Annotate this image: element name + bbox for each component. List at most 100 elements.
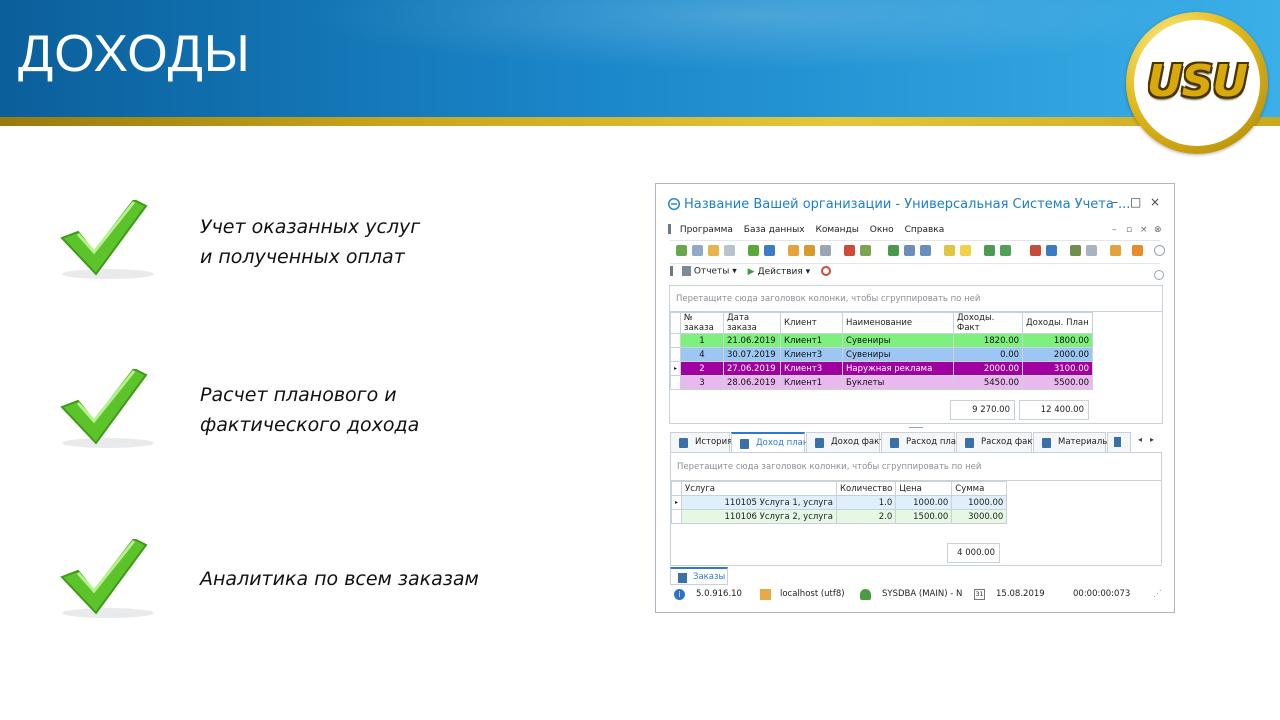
income-fact-cell[interactable]: 5450.00 [953,375,1024,390]
note-add-icon[interactable] [944,245,955,256]
minimize-button[interactable]: – [1112,195,1118,209]
toolbar-collapse-icon[interactable] [1154,245,1165,256]
tab-orders[interactable]: Заказы [670,567,728,585]
table-row[interactable]: ▸ 110105 Услуга 1, услуга 1.0 1000.00 1000.0… [670,495,1008,510]
order-date-cell[interactable]: 27.06.2019 [723,361,782,376]
quantity-cell[interactable]: 1.0 [836,495,897,510]
collapse-icon[interactable] [920,245,931,256]
client-cell[interactable]: Клиент1 [780,333,844,348]
column-header[interactable]: Дата заказа [723,312,782,334]
income-plan-cell[interactable]: 5500.00 [1022,375,1094,390]
income-fact-cell[interactable]: 0.00 [953,347,1024,362]
column-header[interactable]: Наименование [842,312,955,334]
order-number-cell[interactable]: 2 [680,361,725,376]
column-header[interactable]: Сумма [951,481,1008,496]
sum-cell[interactable]: 1000.00 [951,495,1008,510]
order-number-cell[interactable]: 4 [680,347,725,362]
table-row[interactable]: 110106 Услуга 2, услуга 2.0 1500.00 3000.00 [670,509,1008,524]
column-header[interactable]: Доходы. План [1022,312,1094,334]
row-indicator[interactable] [669,375,682,390]
price-cell[interactable]: 1500.00 [895,509,953,524]
row-indicator[interactable]: ▸ [669,361,682,376]
search-icon[interactable] [764,245,775,256]
print-icon[interactable] [1000,245,1011,256]
income-fact-cell[interactable]: 1820.00 [953,333,1024,348]
mdi-restore-icon[interactable]: ▫ [1126,225,1132,235]
toolbar2-collapse-icon[interactable] [1154,270,1164,280]
income-plan-cell[interactable]: 2000.00 [1022,347,1094,362]
tab-overflow[interactable] [1107,432,1131,452]
table-row[interactable]: 4 30.07.2019 Клиент3 Сувениры 0.00 2000.00 [669,347,1094,362]
row-indicator[interactable]: ▸ [670,495,683,510]
settings-icon[interactable] [1086,245,1097,256]
table-row[interactable]: 1 21.06.2019 Клиент1 Сувениры 1820.00 1800.00 [669,333,1094,348]
export-icon[interactable] [888,245,899,256]
client-cell[interactable]: Клиент3 [780,347,844,362]
tab-materials[interactable]: Материалы [1033,432,1109,452]
add-icon[interactable] [676,245,687,256]
table-row[interactable]: 3 28.06.2019 Клиент1 Буклеты 5450.00 5500.00 [669,375,1094,390]
menu-item-commands[interactable]: Команды [815,225,858,235]
filter-icon[interactable] [788,245,799,256]
tab-scroll-right-icon[interactable]: ▸ [1150,435,1154,444]
tab-expense-plan[interactable]: Расход план [881,432,962,452]
column-header[interactable]: Клиент [780,312,844,334]
menu-item-help[interactable]: Справка [905,225,945,235]
price-cell[interactable]: 1000.00 [895,495,953,510]
filter-settings-icon[interactable] [820,245,831,256]
note-icon[interactable] [960,245,971,256]
expand-icon[interactable] [904,245,915,256]
order-date-cell[interactable]: 30.07.2019 [723,347,782,362]
order-date-cell[interactable]: 28.06.2019 [723,375,782,390]
service-cell[interactable]: 110105 Услуга 1, услуга [681,495,838,510]
edit-icon[interactable] [708,245,719,256]
image-icon[interactable] [860,245,871,256]
mdi-close-icon[interactable]: × [1140,225,1148,235]
reports-dropdown[interactable]: Отчеты ▾ [681,266,737,277]
row-indicator[interactable] [669,333,682,348]
sum-cell[interactable]: 3000.00 [951,509,1008,524]
mdi-minimize-icon[interactable]: – [1112,225,1117,235]
column-header[interactable]: Цена [895,481,953,496]
refresh-icon[interactable] [748,245,759,256]
name-cell[interactable]: Сувениры [842,347,955,362]
splitter-handle[interactable] [909,427,923,428]
client-cell[interactable]: Клиент3 [780,361,844,376]
copy-icon[interactable] [692,245,703,256]
order-number-cell[interactable]: 3 [680,375,725,390]
tab-expense-fact[interactable]: Расход факт [956,432,1037,452]
mdi-collapse-icon[interactable]: ⊗ [1154,225,1162,235]
service-cell[interactable]: 110106 Услуга 2, услуга [681,509,838,524]
menu-item-database[interactable]: База данных [744,225,805,235]
row-indicator[interactable] [670,509,683,524]
quantity-cell[interactable]: 2.0 [836,509,897,524]
column-header[interactable]: Количество [836,481,897,496]
resize-grip-icon[interactable]: ⋰ [1153,589,1162,599]
income-plan-cell[interactable]: 1800.00 [1022,333,1094,348]
column-header[interactable]: Доходы. Факт [953,312,1024,334]
table-row[interactable]: ▸ 2 27.06.2019 Клиент3 Наружная реклама 2000.… [669,361,1094,376]
income-plan-cell[interactable]: 3100.00 [1022,361,1094,376]
report-icon[interactable] [984,245,995,256]
filter-clear-icon[interactable] [804,245,815,256]
order-number-cell[interactable]: 1 [680,333,725,348]
menu-item-window[interactable]: Окно [870,225,894,235]
name-cell[interactable]: Сувениры [842,333,955,348]
tools-icon[interactable] [1070,245,1081,256]
tab-income-fact[interactable]: Доход факт [806,432,884,452]
income-fact-cell[interactable]: 2000.00 [953,361,1024,376]
calendar-icon[interactable] [1030,245,1041,256]
location-icon[interactable] [1110,245,1121,256]
maximize-button[interactable]: □ [1130,195,1141,209]
actions-dropdown[interactable]: ▶ Действия ▾ [748,267,810,277]
tab-income-plan[interactable]: Доход план [731,432,808,452]
client-cell[interactable]: Клиент1 [780,375,844,390]
window-icon[interactable] [1046,245,1057,256]
name-cell[interactable]: Буклеты [842,375,955,390]
order-date-cell[interactable]: 21.06.2019 [723,333,782,348]
name-cell[interactable]: Наружная реклама [842,361,955,376]
column-header[interactable]: № заказа [680,312,725,334]
flag-icon[interactable] [844,245,855,256]
tab-history[interactable]: История [670,432,732,452]
cancel-action-icon[interactable] [821,266,832,277]
